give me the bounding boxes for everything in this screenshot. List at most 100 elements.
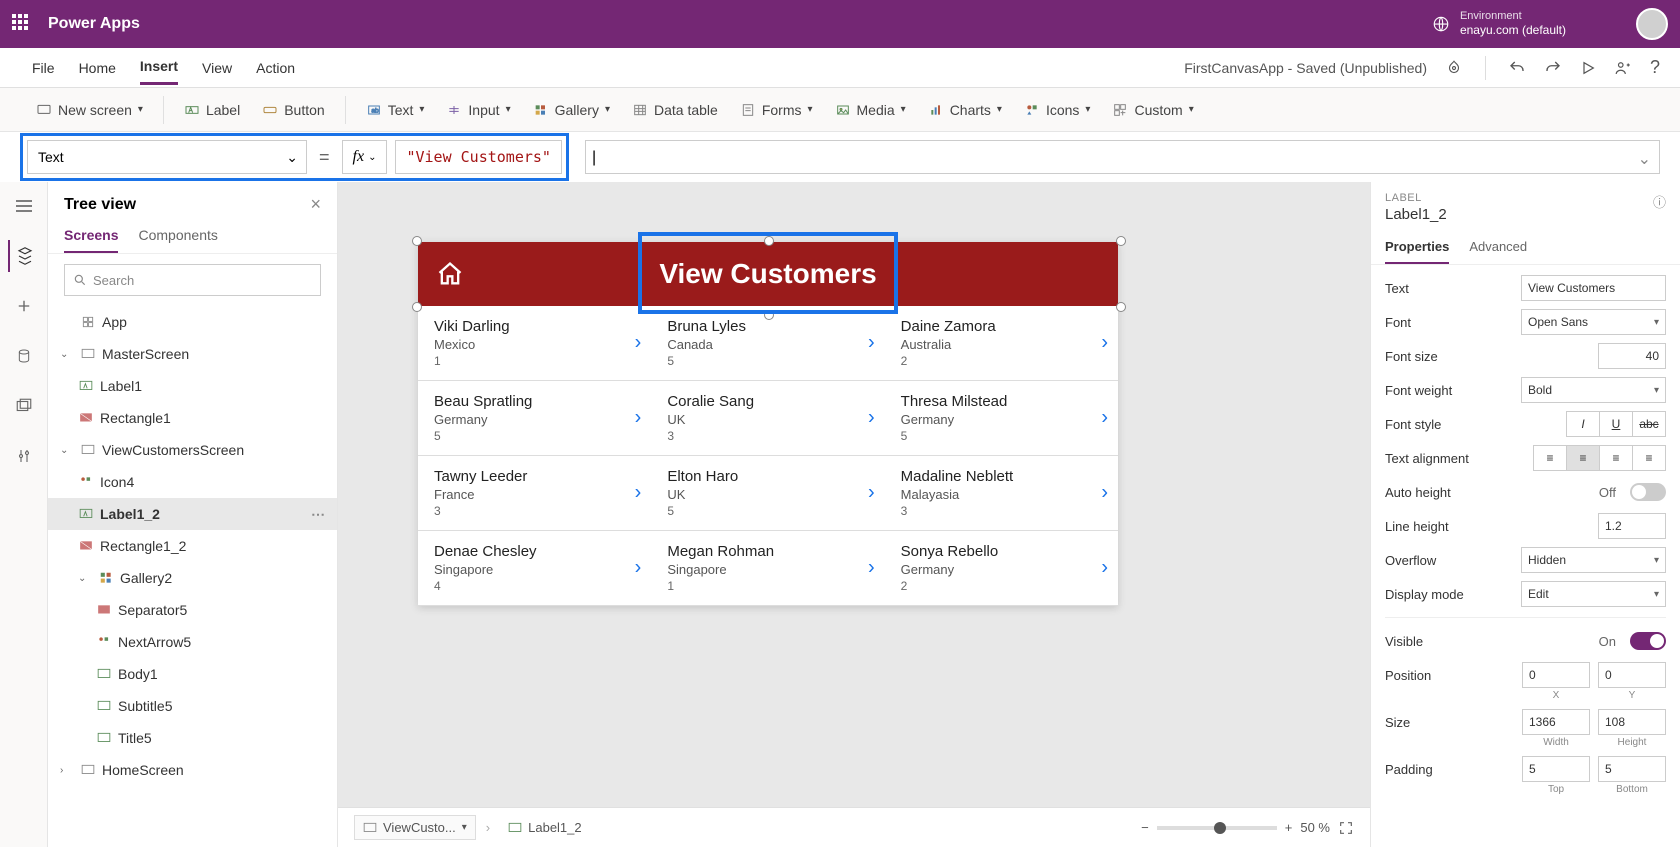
prop-fontstyle-group[interactable]: I U abc <box>1567 411 1666 437</box>
fx-button[interactable]: fx⌄ <box>342 140 388 174</box>
align-center[interactable]: ≡ <box>1566 445 1600 471</box>
chevron-right-icon[interactable]: › <box>868 332 875 355</box>
fit-icon[interactable] <box>1338 820 1354 836</box>
share-icon[interactable] <box>1614 59 1632 77</box>
tree-gallery2[interactable]: ⌄Gallery2 <box>48 562 337 594</box>
insert-pane-icon[interactable] <box>8 290 40 322</box>
tab-properties[interactable]: Properties <box>1385 231 1449 264</box>
tree-label1[interactable]: Label1 <box>48 370 337 402</box>
chevron-right-icon[interactable]: › <box>635 332 642 355</box>
menu-view[interactable]: View <box>202 52 232 84</box>
gallery-item[interactable]: Madaline NeblettMalayasia3› <box>885 456 1118 530</box>
gallery-item[interactable]: Thresa MilsteadGermany5› <box>885 381 1118 455</box>
align-justify[interactable]: ≡ <box>1632 445 1666 471</box>
strike-button[interactable]: abc <box>1632 411 1666 437</box>
chevron-right-icon[interactable]: › <box>868 557 875 580</box>
prop-visible-toggle[interactable] <box>1630 632 1666 650</box>
new-screen-button[interactable]: New screen ▾ <box>28 98 151 122</box>
tree-rectangle1[interactable]: Rectangle1 <box>48 402 337 434</box>
prop-size-w[interactable]: 1366 <box>1522 709 1590 735</box>
tree-body1[interactable]: Body1 <box>48 658 337 690</box>
prop-font-select[interactable]: Open Sans▾ <box>1521 309 1666 335</box>
prop-pos-y[interactable]: 0 <box>1598 662 1666 688</box>
gallery-item[interactable]: Daine ZamoraAustralia2› <box>885 306 1118 380</box>
underline-button[interactable]: U <box>1599 411 1633 437</box>
tab-screens[interactable]: Screens <box>64 219 118 253</box>
data-pane-icon[interactable] <box>8 340 40 372</box>
prop-autoheight-toggle[interactable] <box>1630 483 1666 501</box>
close-icon[interactable]: × <box>310 194 321 215</box>
input-menu[interactable]: Input ▾ <box>438 98 518 122</box>
tree-nextarrow5[interactable]: NextArrow5 <box>48 626 337 658</box>
help-icon[interactable]: ? <box>1650 57 1660 78</box>
more-icon[interactable]: ⋯ <box>311 506 325 523</box>
zoom-controls[interactable]: − + 50 % <box>1141 820 1354 836</box>
chevron-right-icon[interactable]: › <box>635 407 642 430</box>
prop-pad-t[interactable]: 5 <box>1522 756 1590 782</box>
forms-menu[interactable]: Forms ▾ <box>732 98 821 122</box>
chevron-right-icon[interactable]: › <box>635 482 642 505</box>
environment-picker[interactable]: Environment enayu.com (default) <box>1432 9 1566 39</box>
gallery-item[interactable]: Sonya RebelloGermany2› <box>885 531 1118 605</box>
menu-insert[interactable]: Insert <box>140 50 178 85</box>
charts-menu[interactable]: Charts ▾ <box>920 98 1010 122</box>
prop-displaymode-select[interactable]: Edit▾ <box>1521 581 1666 607</box>
tree-search-input[interactable]: Search <box>64 264 321 296</box>
gallery-menu[interactable]: Gallery ▾ <box>525 98 618 122</box>
tree-masterscreen[interactable]: ⌄MasterScreen <box>48 338 337 370</box>
tab-advanced[interactable]: Advanced <box>1469 231 1527 264</box>
play-icon[interactable] <box>1580 60 1596 76</box>
chevron-right-icon[interactable]: › <box>868 482 875 505</box>
tree-view-icon[interactable] <box>8 240 40 272</box>
button-button[interactable]: Button <box>254 98 332 122</box>
chevron-down-icon[interactable]: ⌄ <box>1638 149 1651 169</box>
tree-rectangle1-2[interactable]: Rectangle1_2 <box>48 530 337 562</box>
prop-overflow-select[interactable]: Hidden▾ <box>1521 547 1666 573</box>
tree-subtitle5[interactable]: Subtitle5 <box>48 690 337 722</box>
tools-pane-icon[interactable] <box>8 440 40 472</box>
align-right[interactable]: ≡ <box>1599 445 1633 471</box>
prop-size-h[interactable]: 108 <box>1598 709 1666 735</box>
breadcrumb-control[interactable]: Label1_2 <box>500 816 590 839</box>
gallery-item[interactable]: Coralie SangUK3› <box>651 381 884 455</box>
breadcrumb-screen[interactable]: ViewCusto... ▾ <box>354 815 476 840</box>
tree-app[interactable]: App <box>48 306 337 338</box>
zoom-out[interactable]: − <box>1141 820 1149 835</box>
user-avatar[interactable] <box>1636 8 1668 40</box>
property-selector[interactable]: Text ⌄ <box>27 140 307 174</box>
zoom-in[interactable]: + <box>1285 820 1293 835</box>
datatable-button[interactable]: Data table <box>624 98 726 122</box>
menu-file[interactable]: File <box>32 52 55 84</box>
gallery-item[interactable]: Denae ChesleySingapore4› <box>418 531 651 605</box>
gallery-item[interactable]: Beau SpratlingGermany5› <box>418 381 651 455</box>
prop-fontweight-select[interactable]: Bold▾ <box>1521 377 1666 403</box>
tree-label1-2[interactable]: Label1_2⋯ <box>48 498 337 530</box>
gallery-item[interactable]: Elton HaroUK5› <box>651 456 884 530</box>
app-checker-icon[interactable] <box>1445 59 1463 77</box>
tree-title5[interactable]: Title5 <box>48 722 337 754</box>
prop-text-input[interactable]: View Customers <box>1521 275 1666 301</box>
tab-components[interactable]: Components <box>138 219 217 253</box>
gallery-item[interactable]: Viki DarlingMexico1› <box>418 306 651 380</box>
chevron-right-icon[interactable]: › <box>1101 332 1108 355</box>
redo-icon[interactable] <box>1544 59 1562 77</box>
help-icon[interactable]: ⓘ <box>1653 192 1666 211</box>
prop-pos-x[interactable]: 0 <box>1522 662 1590 688</box>
align-left[interactable]: ≡ <box>1533 445 1567 471</box>
menu-action[interactable]: Action <box>256 52 295 84</box>
chevron-right-icon[interactable]: › <box>635 557 642 580</box>
menu-home[interactable]: Home <box>79 52 116 84</box>
italic-button[interactable]: I <box>1566 411 1600 437</box>
gallery-item[interactable]: Tawny LeederFrance3› <box>418 456 651 530</box>
label-button[interactable]: Label <box>176 98 248 122</box>
chevron-right-icon[interactable]: › <box>868 407 875 430</box>
tree-icon4[interactable]: Icon4 <box>48 466 337 498</box>
tree-homescreen[interactable]: ›HomeScreen <box>48 754 337 786</box>
prop-lineheight-input[interactable]: 1.2 <box>1598 513 1666 539</box>
formula-input[interactable]: | ⌄ <box>585 140 1660 174</box>
tree-viewcustomersscreen[interactable]: ⌄ViewCustomersScreen <box>48 434 337 466</box>
chevron-right-icon[interactable]: › <box>1101 557 1108 580</box>
chevron-right-icon[interactable]: › <box>1101 407 1108 430</box>
waffle-icon[interactable] <box>12 14 32 34</box>
zoom-slider[interactable] <box>1157 826 1277 830</box>
